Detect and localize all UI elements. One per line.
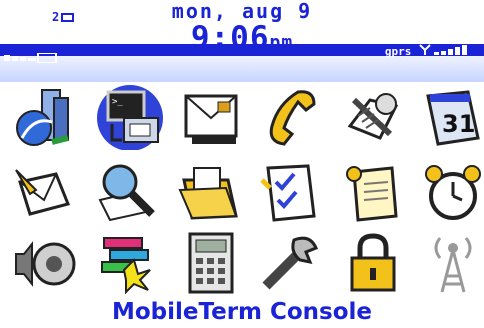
calculator-icon[interactable] [178,230,244,296]
alarm-icon[interactable] [420,160,484,226]
phone-icon[interactable] [258,86,324,152]
compose-icon[interactable] [12,160,78,226]
svg-text:31: 31 [442,110,475,138]
saved-messages-icon[interactable] [178,160,244,226]
status-area: 2 mon, aug 9 9:06pm gprs [0,0,484,82]
games-icon[interactable] [94,230,160,296]
memopad-icon[interactable] [340,160,406,226]
ampm-text: pm [269,32,294,53]
selected-app-label: MobileTerm Console [111,299,373,325]
browser-icon[interactable] [12,86,78,152]
search-icon[interactable] [94,160,160,226]
date-text: mon, aug 9 [171,0,313,23]
time-text: 9:06 [190,20,270,56]
network-indicator: gprs [385,44,474,58]
home-screen: 2 mon, aug 9 9:06pm gprs >_ 31 MobileTer… [0,0,484,328]
options-icon[interactable] [340,86,406,152]
tasks-icon[interactable] [258,160,324,226]
radio-icon[interactable] [420,230,484,296]
battery-icon [4,48,74,67]
svg-text:>_: >_ [112,97,123,107]
messages-icon[interactable] [178,86,244,152]
settings-icon[interactable] [258,230,324,296]
signal-icon [418,44,474,58]
network-text: gprs [384,45,412,58]
calendar-icon[interactable]: 31 [420,86,484,152]
profiles-icon[interactable] [12,230,78,296]
mobileterm-console-icon[interactable]: >_ [94,84,166,151]
lock-icon[interactable] [340,230,406,296]
